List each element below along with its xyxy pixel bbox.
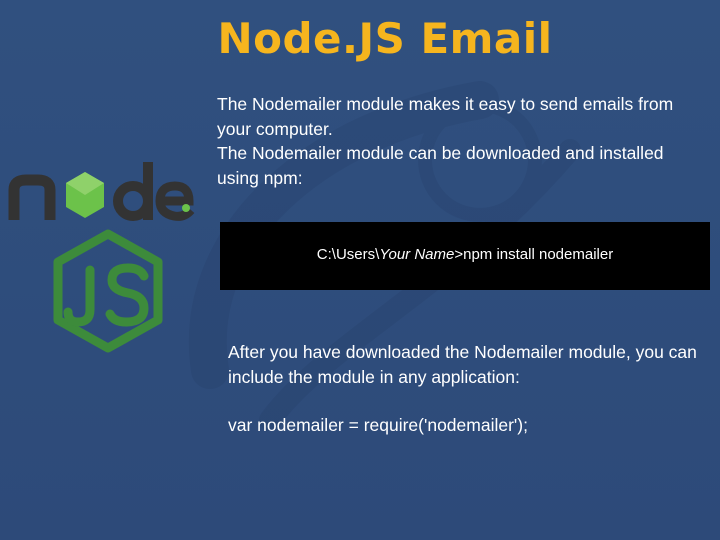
- command-suffix: >npm install nodemailer: [454, 246, 614, 263]
- js-hexagon: [53, 229, 163, 353]
- intro-line-2: The Nodemailer module can be downloaded …: [217, 143, 664, 188]
- command-box: C:\Users\Your Name>npm install nodemaile…: [220, 222, 710, 290]
- node-wordmark: [8, 162, 195, 221]
- intro-text: The Nodemailer module makes it easy to s…: [217, 92, 709, 190]
- slide: Node.JS Email The Nodemailer module make…: [0, 0, 720, 540]
- command-prefix: C:\Users\: [316, 246, 380, 263]
- after-text: After you have downloaded the Nodemailer…: [228, 340, 708, 438]
- command-line: C:\Users\Your Name>npm install nodemaile…: [220, 246, 710, 263]
- command-user-placeholder: Your Name: [379, 246, 455, 263]
- nodejs-logo: [8, 162, 195, 353]
- require-code-line: var nodemailer = require('nodemailer');: [228, 415, 528, 435]
- slide-title: Node.JS Email: [217, 14, 553, 63]
- after-paragraph: After you have downloaded the Nodemailer…: [228, 342, 697, 387]
- intro-line-1: The Nodemailer module makes it easy to s…: [217, 94, 674, 139]
